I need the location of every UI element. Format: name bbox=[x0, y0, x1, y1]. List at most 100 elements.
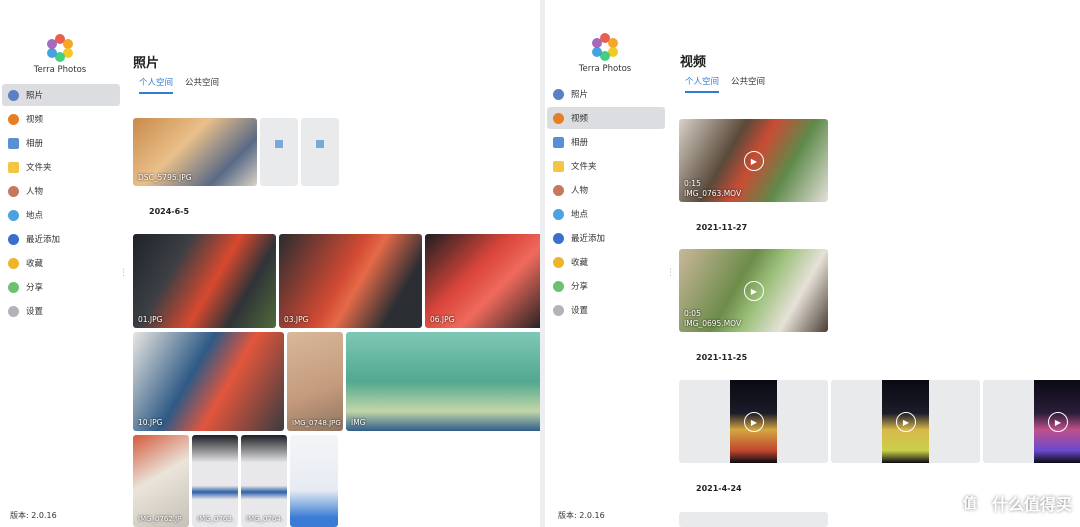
video-icon bbox=[8, 113, 19, 125]
photo-thumbnail[interactable]: IMG_0748.JPG bbox=[287, 332, 343, 431]
space-tabs: 个人空间 公共空间 bbox=[139, 76, 219, 94]
sidebar-item-videos[interactable]: 视频 bbox=[2, 108, 120, 130]
photo-icon bbox=[553, 88, 564, 100]
tab-public-space[interactable]: 公共空间 bbox=[185, 76, 219, 94]
date-header: 2021-11-25 bbox=[696, 353, 748, 362]
video-thumbnail[interactable]: ▶ 0:15 IMG_0763.MOV bbox=[679, 119, 828, 202]
sidebar-item-label: 照片 bbox=[26, 91, 44, 101]
photos-window: Terra Photos 照片 视频 相册 文件夹 人物 地点 最近添加 收藏 … bbox=[0, 0, 540, 527]
video-caption: IMG_0695.MOV bbox=[684, 319, 742, 328]
video-thumbnail[interactable] bbox=[679, 512, 828, 527]
watermark-text: 什么值得买 bbox=[991, 495, 1072, 514]
star-icon bbox=[553, 256, 564, 268]
sidebar-item-people[interactable]: 人物 bbox=[2, 180, 120, 202]
tab-personal-space[interactable]: 个人空间 bbox=[685, 75, 720, 93]
sidebar-item-people[interactable]: 人物 bbox=[547, 179, 665, 201]
sidebar-item-recent[interactable]: 最近添加 bbox=[2, 228, 120, 250]
sidebar-item-label: 分享 bbox=[571, 282, 589, 292]
play-icon: ▶ bbox=[896, 412, 916, 432]
sidebar-item-folders[interactable]: 文件夹 bbox=[547, 155, 665, 177]
tab-personal-space[interactable]: 个人空间 bbox=[139, 76, 174, 94]
sidebar: 照片 视频 相册 文件夹 人物 地点 最近添加 收藏 分享 设置 bbox=[547, 83, 665, 323]
watermark-logo-icon: 值 bbox=[953, 487, 986, 519]
album-icon bbox=[553, 136, 564, 148]
sidebar-item-label: 照片 bbox=[571, 90, 589, 100]
photo-thumbnail-loading[interactable] bbox=[260, 118, 298, 186]
photo-caption: 10.JPG bbox=[138, 418, 163, 427]
date-header: 2021-11-27 bbox=[696, 223, 748, 232]
photo-thumbnail[interactable]: IMG_0764. bbox=[241, 435, 287, 527]
person-icon bbox=[553, 184, 564, 196]
photo-thumbnail-loading[interactable] bbox=[301, 118, 339, 186]
sidebar-item-label: 最近添加 bbox=[26, 235, 61, 245]
folder-icon bbox=[553, 160, 564, 172]
photo-thumbnail[interactable] bbox=[290, 435, 338, 527]
image-placeholder-icon bbox=[316, 140, 324, 148]
photo-icon bbox=[8, 89, 19, 101]
sidebar-item-places[interactable]: 地点 bbox=[2, 204, 120, 226]
video-thumbnail[interactable]: ▶ 0:05 IMG_0695.MOV bbox=[679, 249, 828, 332]
photo-caption: IMG bbox=[351, 418, 366, 427]
terra-logo-icon bbox=[46, 34, 74, 62]
photo-thumbnail[interactable]: IMG_0763. bbox=[192, 435, 238, 527]
site-watermark: 值 什么值得买 bbox=[953, 487, 1072, 519]
sidebar-item-places[interactable]: 地点 bbox=[547, 203, 665, 225]
tab-public-space[interactable]: 公共空间 bbox=[731, 75, 765, 93]
video-caption: IMG_0763.MOV bbox=[684, 189, 742, 198]
sidebar-item-label: 相册 bbox=[26, 139, 44, 149]
sidebar-resize-handle[interactable]: ⋮ bbox=[119, 268, 128, 278]
photo-caption: IMG_0764. bbox=[246, 515, 284, 523]
video-thumbnail[interactable]: ▶ bbox=[831, 380, 980, 463]
photo-thumbnail[interactable]: 10.JPG bbox=[133, 332, 284, 431]
sidebar-item-share[interactable]: 分享 bbox=[547, 275, 665, 297]
sidebar-item-recent[interactable]: 最近添加 bbox=[547, 227, 665, 249]
sidebar: 照片 视频 相册 文件夹 人物 地点 最近添加 收藏 分享 设置 bbox=[2, 84, 120, 324]
videos-window: Terra Photos 照片 视频 相册 文件夹 人物 地点 最近添加 收藏 … bbox=[545, 0, 1080, 527]
sidebar-item-folders[interactable]: 文件夹 bbox=[2, 156, 120, 178]
share-icon bbox=[8, 281, 19, 293]
sidebar-item-albums[interactable]: 相册 bbox=[547, 131, 665, 153]
share-icon bbox=[553, 280, 564, 292]
sidebar-item-label: 地点 bbox=[571, 210, 589, 220]
sidebar-item-videos[interactable]: 视频 bbox=[547, 107, 665, 129]
person-icon bbox=[8, 185, 19, 197]
app-name: Terra Photos bbox=[33, 65, 87, 75]
page-title: 视频 bbox=[680, 55, 707, 70]
photo-thumbnail[interactable]: 06.JPG bbox=[425, 234, 540, 328]
photo-thumbnail[interactable]: 01.JPG bbox=[133, 234, 276, 328]
sidebar-item-settings[interactable]: 设置 bbox=[2, 300, 120, 322]
sidebar-item-albums[interactable]: 相册 bbox=[2, 132, 120, 154]
sidebar-item-label: 设置 bbox=[26, 307, 44, 317]
sidebar-item-favorites[interactable]: 收藏 bbox=[547, 251, 665, 273]
sidebar-item-label: 人物 bbox=[571, 186, 589, 196]
video-thumbnail[interactable]: ▶ bbox=[983, 380, 1080, 463]
play-icon: ▶ bbox=[744, 412, 764, 432]
recent-icon bbox=[553, 232, 564, 244]
sidebar-item-label: 地点 bbox=[26, 211, 44, 221]
sidebar-item-label: 文件夹 bbox=[571, 162, 597, 172]
version-label: 版本: 2.0.16 bbox=[558, 511, 605, 520]
video-thumbnail[interactable]: ▶ bbox=[679, 380, 828, 463]
folder-icon bbox=[8, 161, 19, 173]
date-header: 2021-4-24 bbox=[696, 484, 742, 493]
photo-thumbnail[interactable]: IMG bbox=[346, 332, 540, 431]
recent-icon bbox=[8, 233, 19, 245]
photo-caption: 01.JPG bbox=[138, 315, 163, 324]
app-logo: Terra Photos bbox=[545, 33, 665, 74]
sidebar-item-settings[interactable]: 设置 bbox=[547, 299, 665, 321]
sidebar-item-photos[interactable]: 照片 bbox=[2, 84, 120, 106]
sidebar-item-favorites[interactable]: 收藏 bbox=[2, 252, 120, 274]
video-icon bbox=[553, 112, 564, 124]
sidebar-item-label: 收藏 bbox=[26, 259, 44, 269]
play-icon: ▶ bbox=[744, 281, 764, 301]
sidebar-item-share[interactable]: 分享 bbox=[2, 276, 120, 298]
sidebar-item-photos[interactable]: 照片 bbox=[547, 83, 665, 105]
video-duration: 0:05 bbox=[684, 309, 701, 318]
sidebar-resize-handle[interactable]: ⋮ bbox=[666, 268, 675, 278]
app-name: Terra Photos bbox=[578, 64, 632, 74]
photo-thumbnail[interactable]: IMG_0762.JP bbox=[133, 435, 189, 527]
image-placeholder-icon bbox=[275, 140, 283, 148]
photo-thumbnail[interactable]: DSC_5795.JPG bbox=[133, 118, 257, 186]
photo-thumbnail[interactable]: 03.JPG bbox=[279, 234, 422, 328]
terra-logo-icon bbox=[591, 33, 619, 61]
